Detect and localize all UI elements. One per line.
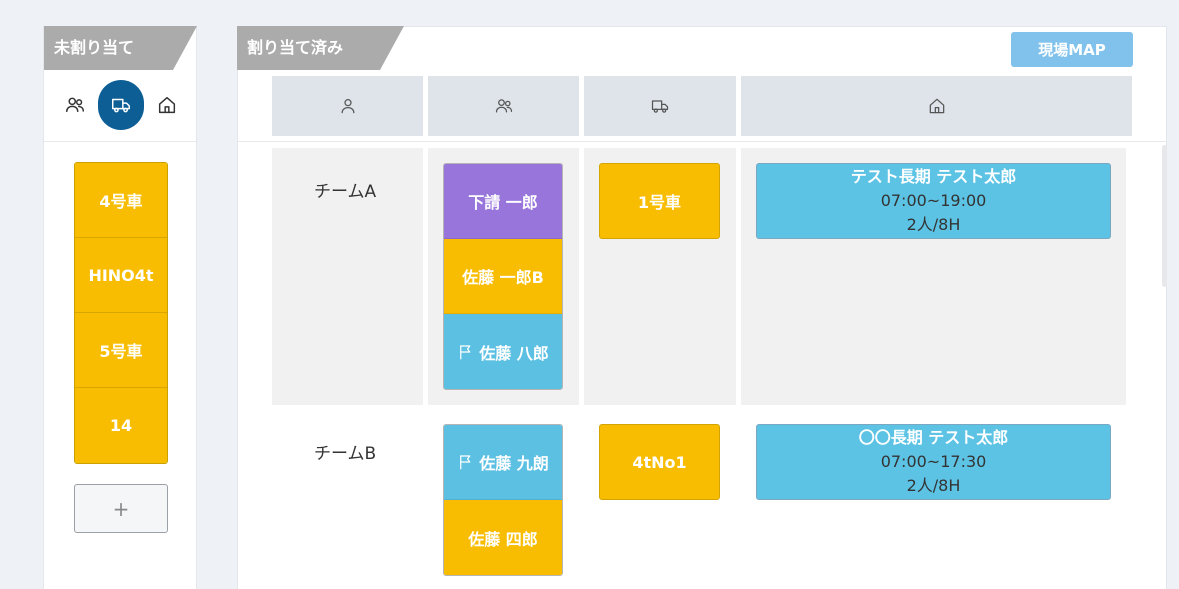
unassigned-vehicle-list: 4号車 HINO4t 5号車 14 — [74, 162, 168, 464]
member-name: 佐藤 一郎B — [462, 268, 544, 287]
team-a-vehicle-cell: 1号車 — [584, 148, 736, 405]
scrollbar[interactable] — [1162, 145, 1167, 287]
vehicle-card[interactable]: 5号車 — [75, 313, 167, 388]
member-stack: 下請 一郎 佐藤 一郎B 佐藤 八郎 — [443, 163, 563, 390]
divider — [238, 141, 1166, 142]
add-button[interactable]: + — [74, 484, 168, 533]
site-map-button[interactable]: 現場MAP — [1011, 32, 1133, 67]
column-header-site — [741, 76, 1132, 136]
member-stack: 佐藤 九朗 佐藤 四郎 — [443, 424, 563, 576]
team-a-site-cell: テスト長期 テスト太郎 07:00~19:00 2人/8H — [741, 148, 1126, 405]
unassigned-tag: 未割り当て — [44, 26, 197, 70]
vehicle-card[interactable]: 1号車 — [599, 163, 720, 239]
home-icon — [929, 98, 944, 114]
tab-people[interactable] — [52, 80, 98, 130]
member-card[interactable]: 佐藤 九朗 — [444, 425, 562, 500]
column-header-members — [428, 76, 579, 136]
member-card[interactable]: 佐藤 八郎 — [444, 314, 562, 389]
assigned-tag: 割り当て済み — [237, 26, 404, 70]
team-name: チームA — [314, 182, 377, 202]
vehicle-card[interactable]: HINO4t — [75, 238, 167, 313]
person-icon — [341, 99, 354, 114]
divider — [44, 141, 196, 142]
site-card[interactable]: 〇〇長期 テスト太郎 07:00~17:30 2人/8H — [756, 424, 1111, 500]
people-icon — [495, 99, 512, 113]
team-a-name-cell: チームA — [272, 148, 423, 405]
tab-home[interactable] — [144, 80, 190, 130]
column-header-leader — [272, 76, 423, 136]
member-name: 佐藤 九朗 — [479, 454, 549, 473]
member-name: 佐藤 四郎 — [468, 529, 538, 549]
truck-icon — [651, 100, 669, 113]
flag-icon — [460, 455, 471, 470]
vehicle-card[interactable]: 4tNo1 — [599, 424, 720, 500]
site-workload: 2人/8H — [906, 215, 961, 234]
truck-icon — [112, 98, 130, 113]
site-title: テスト長期 テスト太郎 — [850, 167, 1017, 186]
site-card[interactable]: テスト長期 テスト太郎 07:00~19:00 2人/8H — [756, 163, 1111, 239]
site-time: 07:00~19:00 — [880, 191, 987, 210]
home-icon — [158, 96, 176, 114]
vehicle-card[interactable]: 14 — [75, 388, 167, 463]
site-title: 〇〇長期 テスト太郎 — [858, 428, 1009, 447]
column-header-vehicle — [584, 76, 736, 136]
assigned-panel: 割り当て済み 現場MAP チームA 下請 一郎 佐藤 一郎B 佐藤 八郎 1号車… — [237, 26, 1167, 589]
site-workload: 2人/8H — [906, 476, 961, 495]
member-card[interactable]: 下請 一郎 — [444, 164, 562, 239]
member-name: 佐藤 八郎 — [479, 343, 549, 363]
team-name: チームB — [314, 444, 377, 464]
site-time: 07:00~17:30 — [880, 452, 987, 471]
member-card[interactable]: 佐藤 一郎B — [444, 239, 562, 314]
people-icon — [66, 97, 84, 113]
resource-tabs — [44, 78, 196, 136]
member-card[interactable]: 佐藤 四郎 — [444, 500, 562, 575]
tab-truck[interactable] — [98, 80, 144, 130]
flag-icon — [460, 344, 471, 359]
team-a-members-cell: 下請 一郎 佐藤 一郎B 佐藤 八郎 — [428, 148, 579, 405]
unassigned-panel: 未割り当て 4号車 HINO4t 5号車 14 + — [43, 26, 197, 589]
vehicle-card[interactable]: 4号車 — [75, 163, 167, 238]
member-name: 下請 一郎 — [468, 193, 538, 212]
